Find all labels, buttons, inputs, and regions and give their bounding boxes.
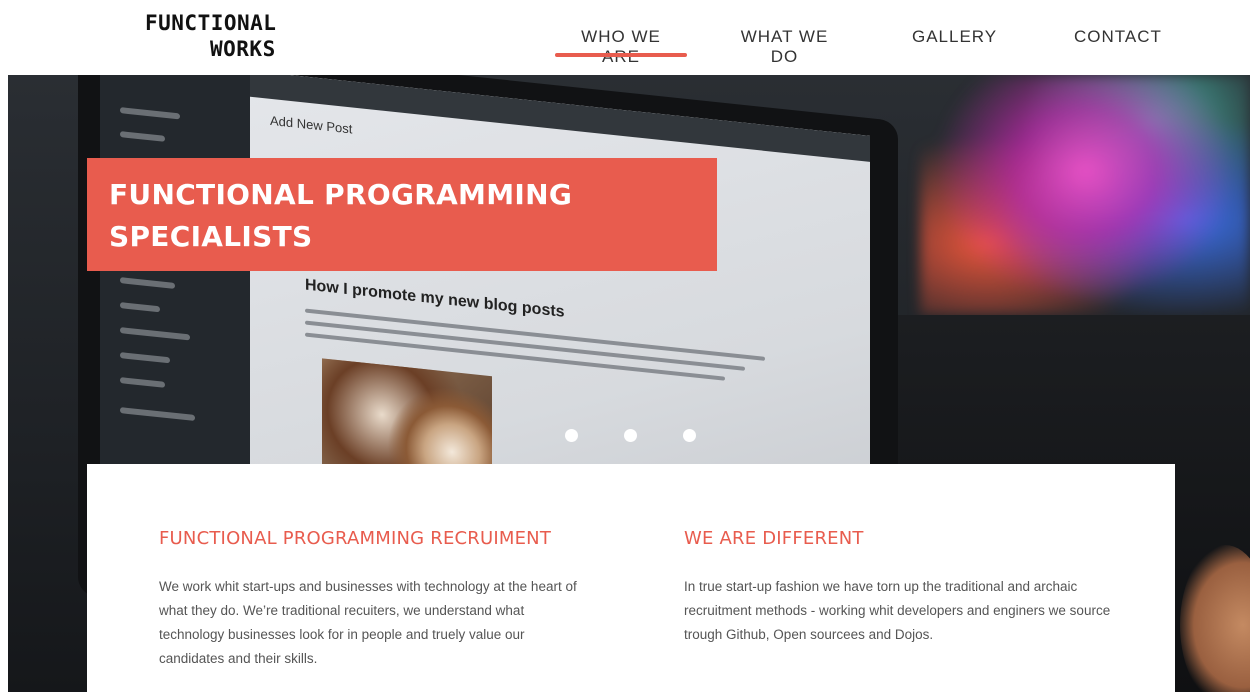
slider-dot-2[interactable] (624, 429, 637, 442)
screen-sidebar-item (120, 302, 160, 313)
section-recruitment: FUNCTIONAL PROGRAMMING RECRUIMENT We wor… (159, 528, 589, 671)
screen-sidebar-item (120, 131, 165, 142)
hero-title: FUNCTIONAL PROGRAMMING SPECIALISTS (109, 178, 573, 253)
background-monitor-glow (920, 75, 1250, 315)
section-heading: WE ARE DIFFERENT (684, 528, 864, 549)
section-heading: FUNCTIONAL PROGRAMMING RECRUIMENT (159, 528, 552, 549)
screen-sidebar-item (120, 277, 175, 289)
slider-dots (565, 429, 705, 443)
nav-contact[interactable]: CONTACT (1074, 27, 1161, 47)
main-nav: WHO WE ARE WHAT WE DO GALLERY CONTACT (0, 0, 1250, 75)
site-header: FUNCTIONAL WORKS WHO WE ARE WHAT WE DO G… (0, 0, 1250, 75)
nav-gallery[interactable]: GALLERY (912, 27, 996, 47)
section-body: We work whit start-ups and businesses wi… (159, 579, 577, 666)
screen-sidebar-item (120, 327, 190, 341)
section-body: In true start-up fashion we have torn up… (684, 579, 1111, 642)
hero-title-box: FUNCTIONAL PROGRAMMING SPECIALISTS (87, 158, 717, 271)
slider-dot-1[interactable] (565, 429, 578, 442)
screen-sidebar-item (120, 352, 170, 364)
nav-what-we-do[interactable]: WHAT WE DO (734, 27, 835, 67)
screen-sidebar-item (120, 107, 180, 120)
slider-dot-3[interactable] (683, 429, 696, 442)
section-different: WE ARE DIFFERENT In true start-up fashio… (684, 528, 1114, 647)
screen-post-label: Add New Post (270, 112, 353, 137)
screen-sidebar-item (120, 407, 195, 421)
nav-who-we-are[interactable]: WHO WE ARE (555, 27, 687, 67)
intro-card: FUNCTIONAL PROGRAMMING RECRUIMENT We wor… (87, 464, 1175, 692)
screen-sidebar-item (120, 377, 165, 388)
